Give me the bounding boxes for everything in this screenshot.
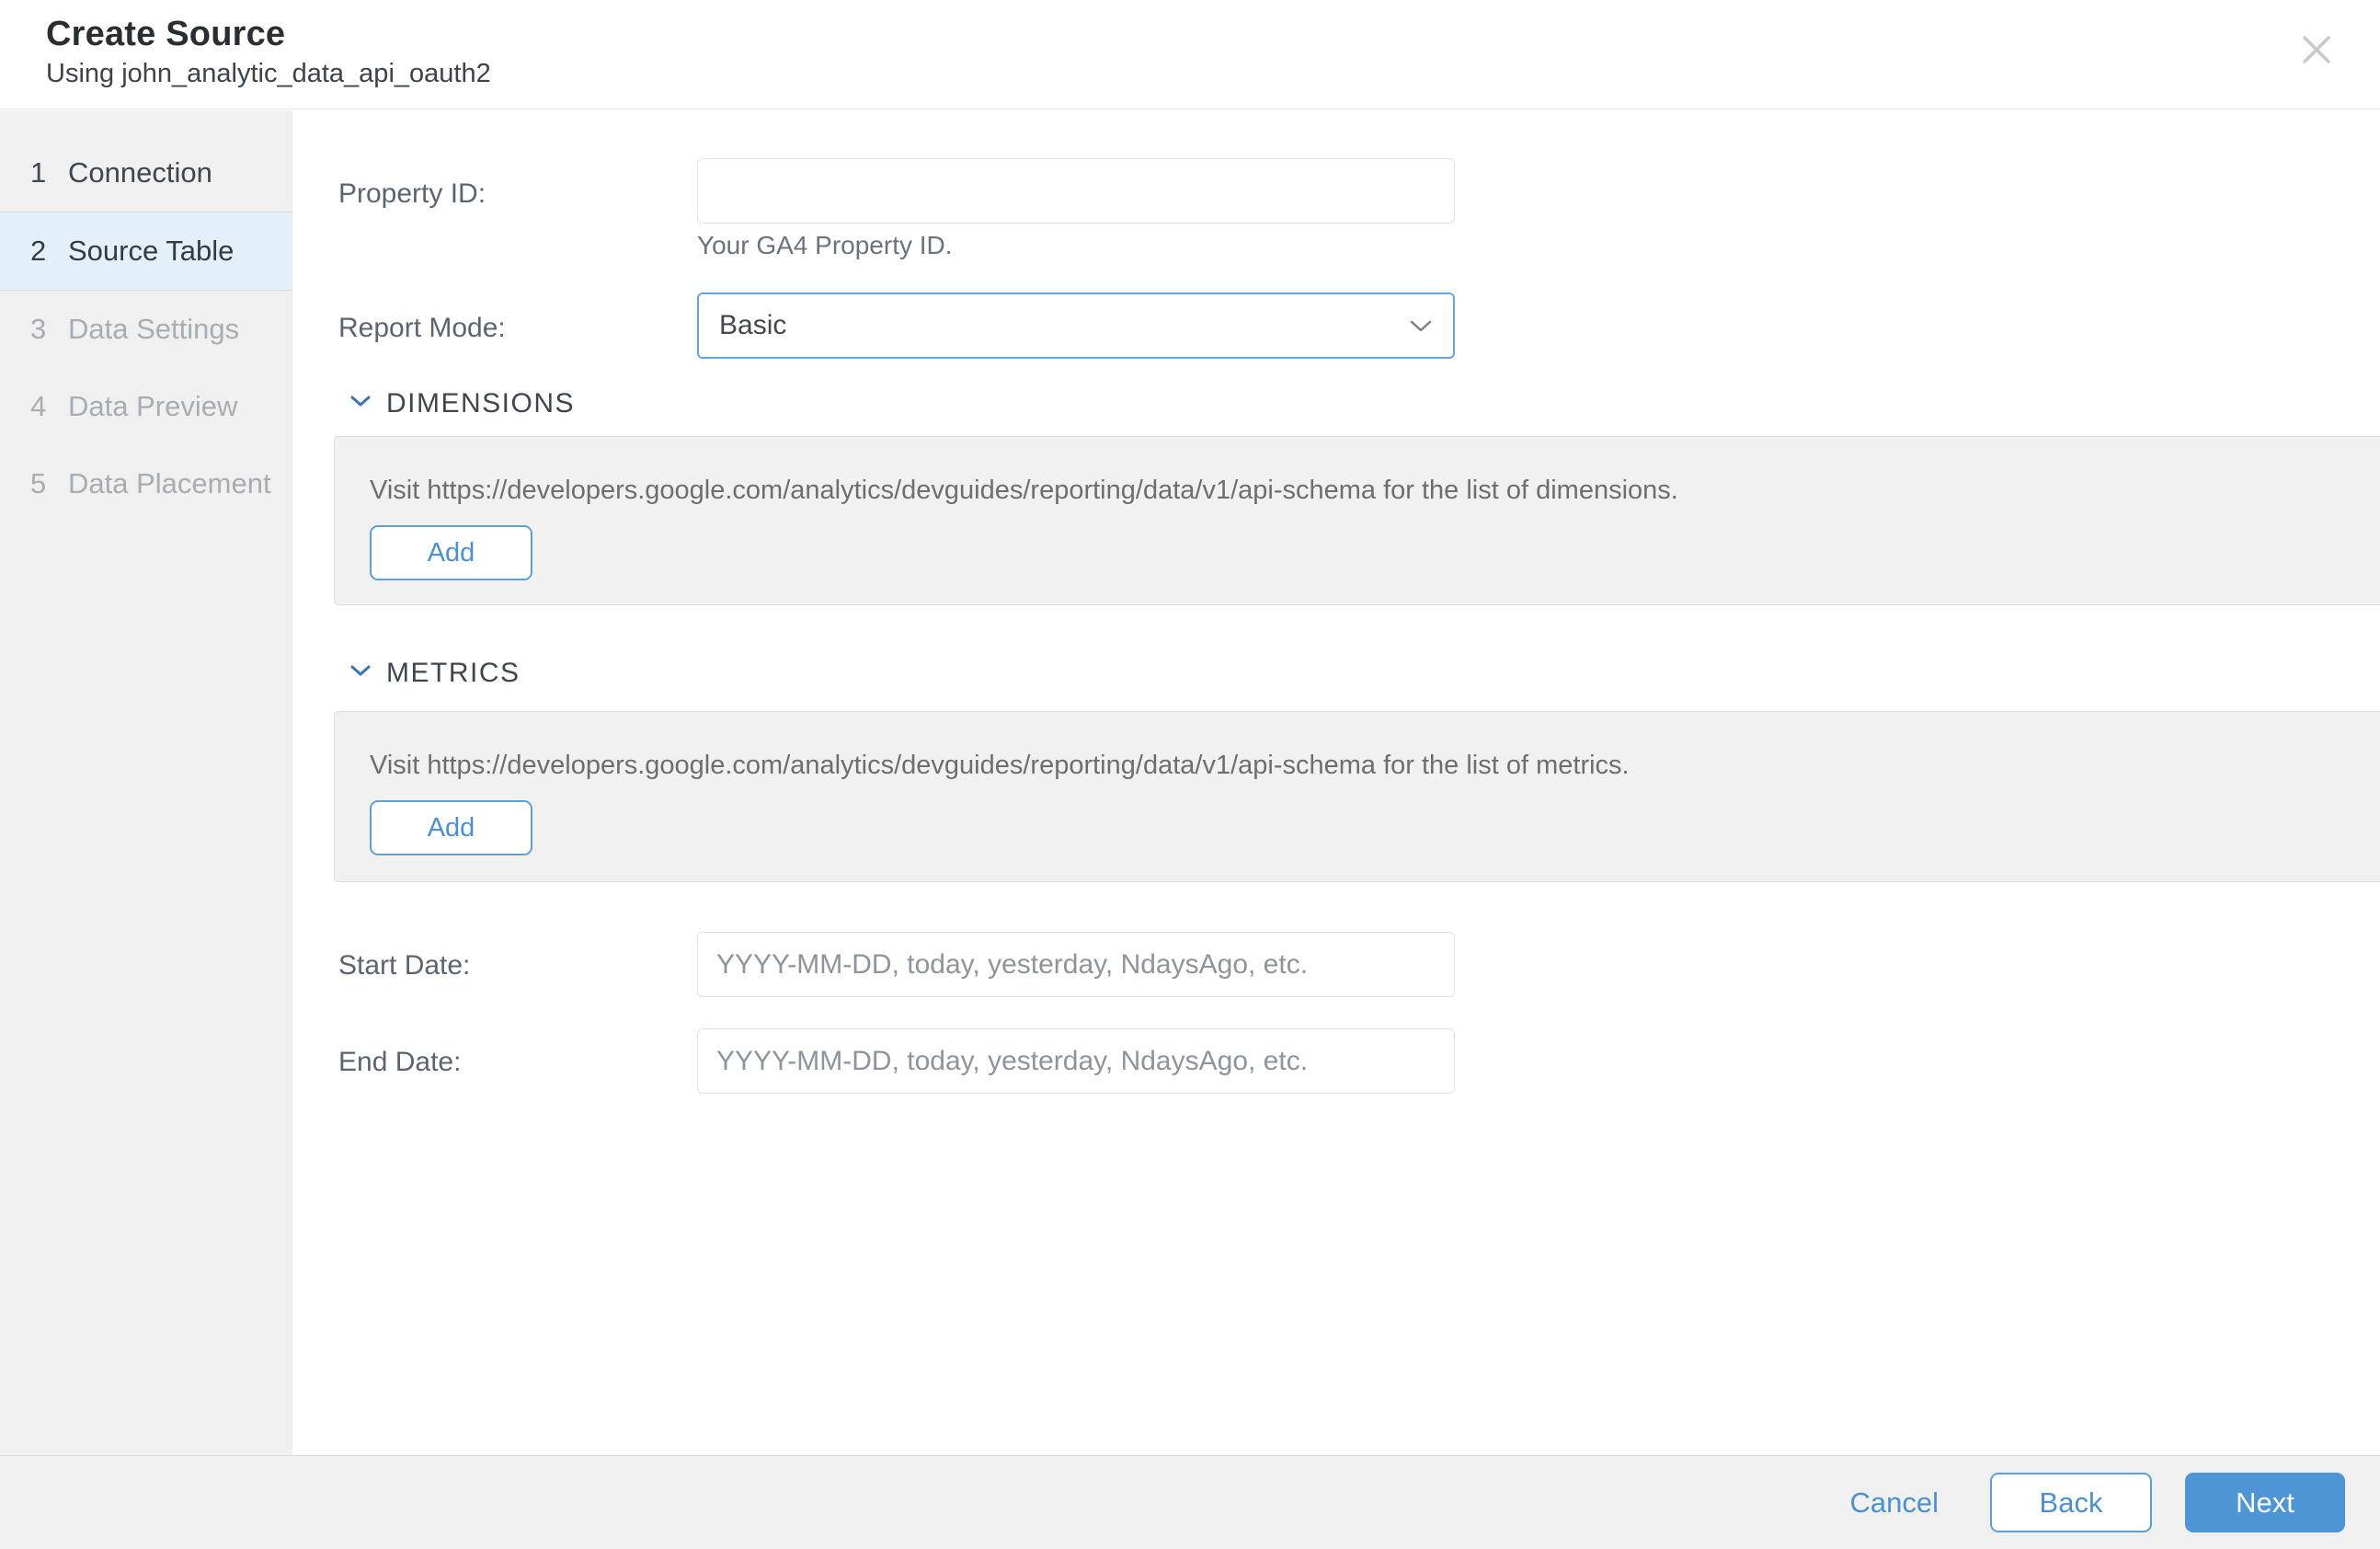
- report-mode-value: Basic: [719, 310, 787, 340]
- add-dimension-button[interactable]: Add: [370, 525, 532, 580]
- end-date-input[interactable]: [697, 1028, 1455, 1094]
- dimensions-section-toggle[interactable]: DIMENSIONS: [349, 388, 575, 419]
- metrics-panel: Visit https://developers.google.com/anal…: [334, 711, 2380, 882]
- close-button[interactable]: [2295, 29, 2338, 72]
- chevron-down-icon: [349, 664, 372, 683]
- sidebar-step-data-settings[interactable]: 3 Data Settings: [0, 291, 292, 368]
- property-id-help: Your GA4 Property ID.: [697, 231, 953, 259]
- metrics-info-text: Visit https://developers.google.com/anal…: [370, 751, 1630, 780]
- dimensions-info-text: Visit https://developers.google.com/anal…: [370, 476, 1678, 505]
- step-number: 3: [30, 313, 47, 345]
- chevron-down-icon: [1409, 310, 1433, 341]
- sidebar-step-data-placement[interactable]: 5 Data Placement: [0, 445, 292, 522]
- step-number: 4: [30, 390, 47, 422]
- modal-footer: Cancel Back Next: [0, 1455, 2380, 1549]
- add-metric-button[interactable]: Add: [370, 800, 532, 855]
- sidebar-step-source-table[interactable]: 2 Source Table: [0, 212, 292, 291]
- start-date-input[interactable]: [697, 932, 1455, 997]
- step-label: Data Preview: [68, 390, 238, 422]
- page-title: Create Source: [46, 15, 286, 53]
- back-button[interactable]: Back: [1990, 1473, 2152, 1532]
- metrics-section-toggle[interactable]: METRICS: [349, 658, 521, 689]
- step-number: 2: [30, 235, 47, 267]
- property-id-label: Property ID:: [338, 178, 486, 209]
- connection-subtitle: Using john_analytic_data_api_oauth2: [46, 59, 491, 88]
- step-label: Data Placement: [68, 467, 271, 499]
- cancel-button[interactable]: Cancel: [1850, 1486, 1939, 1520]
- step-number: 5: [30, 467, 47, 499]
- close-icon: [2299, 32, 2334, 70]
- sidebar-step-connection[interactable]: 1 Connection: [0, 134, 292, 212]
- step-number: 1: [30, 156, 47, 189]
- sidebar-step-data-preview[interactable]: 4 Data Preview: [0, 368, 292, 445]
- step-label: Data Settings: [68, 313, 240, 345]
- steps-sidebar: 1 Connection 2 Source Table 3 Data Setti…: [0, 110, 292, 1455]
- source-table-form: Property ID: Your GA4 Property ID. Repor…: [292, 110, 2380, 1455]
- report-mode-label: Report Mode:: [338, 313, 506, 343]
- next-button[interactable]: Next: [2185, 1473, 2345, 1532]
- metrics-section-title: METRICS: [386, 658, 521, 688]
- property-id-input[interactable]: [697, 158, 1455, 224]
- create-source-modal: Create Source Using john_analytic_data_a…: [0, 0, 2380, 1549]
- report-mode-select[interactable]: Basic: [697, 293, 1455, 359]
- dimensions-panel: Visit https://developers.google.com/anal…: [334, 436, 2380, 605]
- step-label: Connection: [68, 156, 212, 189]
- modal-header: Create Source Using john_analytic_data_a…: [0, 0, 2380, 109]
- end-date-label: End Date:: [338, 1047, 462, 1077]
- chevron-down-icon: [349, 395, 372, 413]
- dimensions-section-title: DIMENSIONS: [386, 388, 576, 419]
- start-date-label: Start Date:: [338, 950, 471, 981]
- step-label: Source Table: [68, 235, 235, 267]
